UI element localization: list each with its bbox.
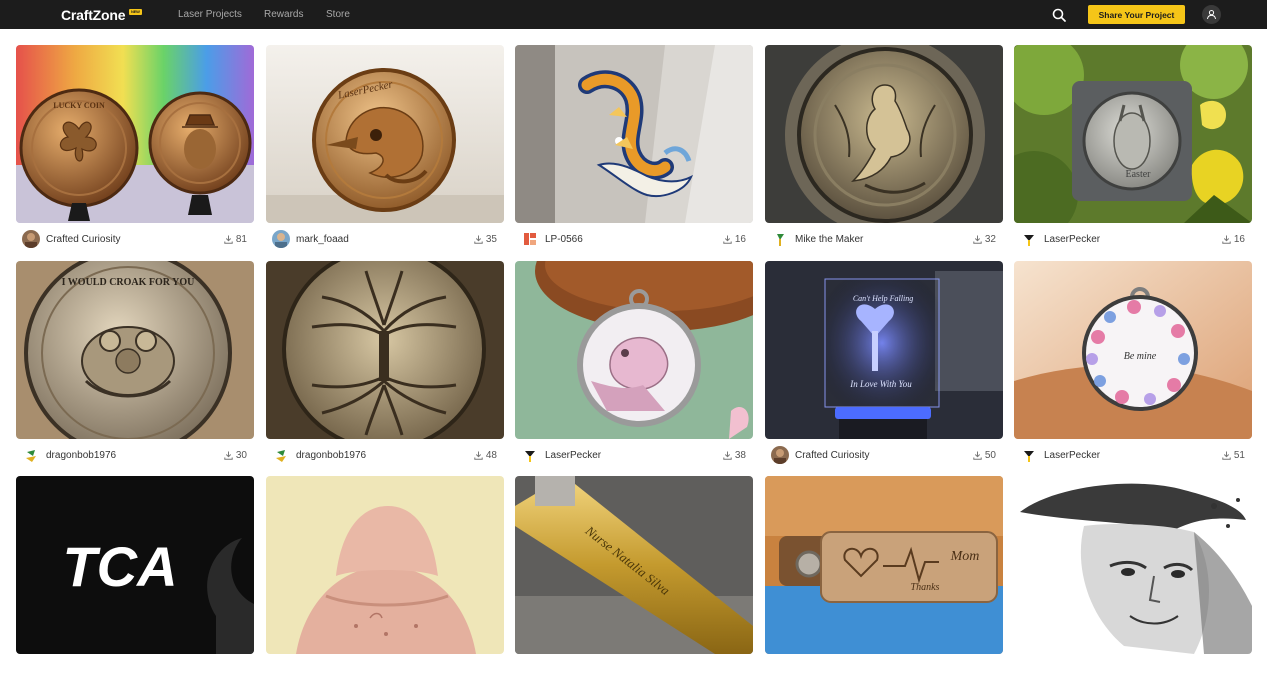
download-count: 38: [723, 450, 746, 461]
author-name[interactable]: LaserPecker: [545, 450, 601, 461]
keychain-text-thanks: Thanks: [911, 582, 940, 593]
download-count: 35: [474, 234, 497, 245]
acrylic-top-text: Can't Help Falling: [853, 294, 913, 303]
project-thumbnail[interactable]: [266, 261, 504, 439]
project-thumbnail[interactable]: [515, 45, 753, 223]
author-avatar[interactable]: [1020, 230, 1038, 248]
author-name[interactable]: LaserPecker: [1044, 450, 1100, 461]
project-thumbnail[interactable]: Mom Thanks: [765, 476, 1003, 654]
card-footer: [1014, 659, 1252, 679]
download-count: 51: [1222, 450, 1245, 461]
author-avatar[interactable]: [272, 230, 290, 248]
download-icon: [474, 451, 483, 460]
download-count: 16: [1222, 234, 1245, 245]
project-thumbnail[interactable]: [266, 476, 504, 654]
author-name[interactable]: dragonbob1976: [46, 450, 116, 461]
download-count: 50: [973, 450, 996, 461]
user-icon[interactable]: [1202, 5, 1221, 24]
download-count: 32: [973, 234, 996, 245]
project-thumbnail[interactable]: Nurse Natalia Silva: [515, 476, 753, 654]
download-icon: [973, 451, 982, 460]
keychain-text-mom: Mom: [950, 549, 980, 564]
card-footer: [765, 659, 1003, 679]
author-name[interactable]: LaserPecker: [1044, 234, 1100, 245]
author-avatar[interactable]: [521, 230, 539, 248]
logo-badge: NEW: [129, 9, 142, 15]
download-count: 48: [474, 450, 497, 461]
project-thumbnail[interactable]: Be mine: [1014, 261, 1252, 439]
nav-link-store[interactable]: Store: [326, 9, 350, 20]
download-count: 81: [224, 234, 247, 245]
project-thumbnail[interactable]: [515, 261, 753, 439]
project-thumbnail[interactable]: LUCKY COIN: [16, 45, 254, 223]
author-avatar[interactable]: [272, 446, 290, 464]
acrylic-bottom-text: In Love With You: [849, 379, 912, 389]
top-navigation-bar: CraftZone NEW Laser Projects Rewards Sto…: [0, 0, 1267, 29]
tag-engraved-text: Be mine: [1124, 351, 1157, 362]
author-avatar[interactable]: [771, 230, 789, 248]
author-avatar[interactable]: [22, 446, 40, 464]
download-icon: [1222, 235, 1231, 244]
coin-engraved-text: Easter: [1126, 169, 1152, 180]
download-icon: [474, 235, 483, 244]
download-icon: [224, 451, 233, 460]
nav-link-laser-projects[interactable]: Laser Projects: [178, 9, 242, 20]
download-icon: [973, 235, 982, 244]
author-name[interactable]: dragonbob1976: [296, 450, 366, 461]
author-name[interactable]: LP-0566: [545, 234, 583, 245]
nav-link-rewards[interactable]: Rewards: [264, 9, 303, 20]
download-icon: [723, 235, 732, 244]
author-avatar[interactable]: [22, 230, 40, 248]
author-avatar[interactable]: [1020, 446, 1038, 464]
coin-engraved-text: LUCKY COIN: [53, 101, 105, 110]
project-thumbnail[interactable]: Easter: [1014, 45, 1252, 223]
author-avatar[interactable]: [771, 446, 789, 464]
author-name[interactable]: mark_foaad: [296, 234, 349, 245]
author-name[interactable]: Crafted Curiosity: [46, 234, 120, 245]
project-thumbnail[interactable]: LaserPecker: [266, 45, 504, 223]
download-count: 30: [224, 450, 247, 461]
logo-engraving-text: TCA: [62, 535, 177, 598]
project-thumbnail[interactable]: [1014, 476, 1252, 654]
project-thumbnail[interactable]: Can't Help Falling In Love With You: [765, 261, 1003, 439]
coin-engraved-text: I WOULD CROAK FOR YOU: [62, 277, 195, 288]
search-icon[interactable]: [1052, 8, 1066, 22]
project-thumbnail[interactable]: [765, 45, 1003, 223]
author-name[interactable]: Crafted Curiosity: [795, 450, 869, 461]
project-thumbnail[interactable]: TCA: [16, 476, 254, 654]
download-icon: [224, 235, 233, 244]
share-your-project-button[interactable]: Share Your Project: [1088, 5, 1185, 24]
download-icon: [723, 451, 732, 460]
card-footer: [515, 659, 753, 679]
project-thumbnail[interactable]: I WOULD CROAK FOR YOU: [16, 261, 254, 439]
app-logo[interactable]: CraftZone NEW: [61, 7, 142, 23]
download-count: 16: [723, 234, 746, 245]
card-footer: [266, 659, 504, 679]
card-footer: [16, 659, 254, 679]
author-name[interactable]: Mike the Maker: [795, 234, 863, 245]
download-icon: [1222, 451, 1231, 460]
author-avatar[interactable]: [521, 446, 539, 464]
